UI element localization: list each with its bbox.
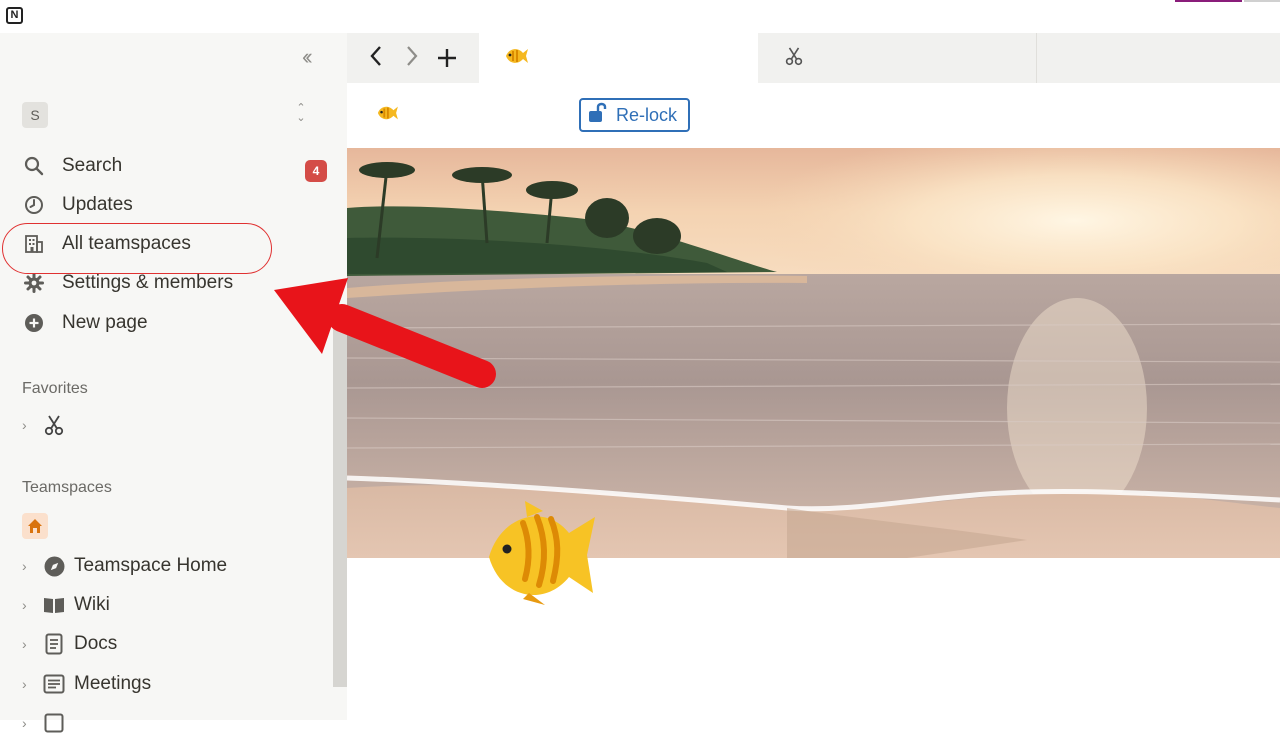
sidebar-item-label: Wiki	[74, 594, 110, 615]
relock-label: Re-lock	[616, 104, 678, 125]
chevron-right-icon[interactable]: ›	[22, 558, 34, 574]
window-accent-line-secondary	[1244, 0, 1280, 2]
page-header: Re-lock	[347, 83, 1280, 148]
page-fish-icon[interactable]	[483, 495, 599, 615]
sidebar-item-label: Search	[62, 155, 123, 176]
window-accent-line	[1175, 0, 1242, 2]
unlock-icon	[588, 102, 608, 129]
relock-button[interactable]: Re-lock	[579, 98, 690, 132]
window-top-strip: N	[0, 0, 1280, 33]
checkbox-icon	[43, 712, 65, 734]
sidebar-item-updates[interactable]: Updates	[22, 190, 133, 220]
forward-arrow-icon[interactable]	[405, 45, 419, 74]
sidebar-item-teamspace-home[interactable]: › Teamspace Home	[22, 551, 227, 581]
workspace-avatar[interactable]: S	[22, 102, 48, 128]
favorites-item[interactable]: ›	[22, 410, 74, 440]
back-arrow-icon[interactable]	[369, 45, 383, 74]
tab-fish-page[interactable]	[479, 33, 758, 83]
sidebar-item-docs[interactable]: › Docs	[22, 629, 117, 659]
search-icon	[22, 154, 46, 178]
updates-count-badge: 4	[305, 160, 327, 182]
sidebar-item-label: Docs	[74, 633, 118, 654]
sidebar-item-label: Updates	[62, 194, 133, 215]
tab-scissors-page[interactable]	[758, 33, 1037, 83]
sidebar-item-label: New page	[62, 312, 148, 333]
sidebar-item-label: Meetings	[74, 673, 152, 694]
plus-circle-icon	[22, 311, 46, 335]
chevron-right-icon[interactable]: ›	[22, 417, 34, 433]
sidebar-item-new-page[interactable]: New page	[22, 308, 148, 338]
compass-icon	[43, 555, 65, 577]
scissors-icon	[43, 414, 65, 436]
collapse-sidebar-icon[interactable]: ‹‹	[302, 46, 312, 68]
sidebar-item-label: Settings & members	[62, 272, 234, 293]
workspace-switcher-icon[interactable]: ⌃ ⌄	[294, 103, 308, 127]
tab-bar	[347, 33, 1280, 83]
settings-highlight-annotation	[2, 223, 272, 274]
chevron-right-icon[interactable]: ›	[22, 636, 34, 652]
scissors-icon	[785, 46, 803, 71]
red-annotation-arrow	[270, 278, 510, 398]
document-icon	[43, 633, 65, 655]
chevron-right-icon[interactable]: ›	[22, 715, 34, 731]
breadcrumb-fish-icon[interactable]	[375, 103, 399, 128]
teamspaces-heading: Teamspaces	[22, 479, 112, 496]
clock-icon	[22, 193, 46, 217]
gear-icon	[22, 271, 46, 295]
notes-icon	[43, 673, 65, 695]
sidebar-item-meetings[interactable]: › Meetings	[22, 669, 151, 699]
book-icon	[43, 594, 65, 616]
notion-logo-icon: N	[6, 7, 23, 24]
fish-icon	[503, 45, 529, 72]
chevron-right-icon[interactable]: ›	[22, 676, 34, 692]
favorites-heading: Favorites	[22, 380, 88, 397]
new-tab-icon[interactable]	[436, 41, 458, 76]
home-icon[interactable]	[22, 513, 48, 539]
chevron-right-icon[interactable]: ›	[22, 597, 34, 613]
sidebar-item-wiki[interactable]: › Wiki	[22, 590, 110, 620]
sidebar-item-search[interactable]: Search	[22, 151, 122, 181]
sidebar-item-partial[interactable]: ›	[22, 708, 74, 738]
sidebar-item-label: Teamspace Home	[74, 555, 228, 576]
